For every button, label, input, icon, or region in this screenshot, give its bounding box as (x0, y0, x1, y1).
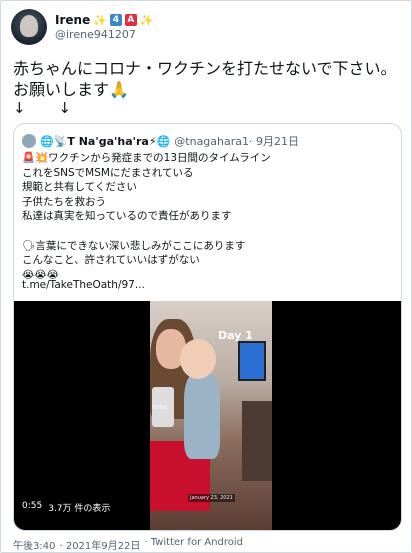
tv-screen (238, 341, 266, 381)
quoted-date: · 9月21日 (249, 135, 300, 148)
quoted-avatar (22, 134, 36, 148)
display-name[interactable]: Irene (55, 13, 90, 27)
video-views: 3.7万 件の表示 (48, 504, 111, 514)
avatar[interactable] (11, 9, 47, 45)
tweet-time[interactable]: 午後3:40 (13, 537, 55, 552)
tweet-header: Irene ✨ 4 A ✨ @irene941207 (11, 9, 154, 45)
author-block: Irene ✨ 4 A ✨ @irene941207 (55, 13, 154, 41)
day-label: Day 1 (218, 329, 253, 342)
quoted-tweet[interactable]: 🌐📡T Na'ga'ha'ra⚡🌐 @tnagahara1 · 9月21日 🚨💥… (13, 123, 402, 531)
sparkle-icon: ✨ (93, 13, 107, 27)
video-meta: 0:55 3.7万 件の表示 (22, 501, 110, 514)
video-frame[interactable]: Day 1 TikTok January 23, 2021 (150, 301, 272, 530)
quoted-tweet-text: 🚨💥ワクチンから発症までの13日間のタイムライン これをSNSでMSMにだまされ… (22, 152, 271, 281)
quoted-handle: @tnagahara1 (174, 134, 250, 148)
tweet-footer: 午後3:40 · 2021年9月22日 · Twitter for Androi… (13, 537, 243, 552)
tweet-source[interactable]: · Twitter for Android (144, 537, 243, 552)
author-handle[interactable]: @irene941207 (55, 28, 154, 41)
shelf (242, 401, 272, 481)
date-overlay: January 23, 2021 (188, 494, 235, 502)
tiktok-watermark: TikTok (152, 405, 168, 411)
letter-a-icon: A (124, 14, 137, 26)
tweet-text: 赤ちゃんにコロナ・ワクチンを打たせないで下さい。お願いします🙏 (13, 59, 397, 99)
quoted-tweet-header: 🌐📡T Na'ga'ha'ra⚡🌐 @tnagahara1 · 9月21日 (22, 133, 299, 149)
down-arrows: ↓ ↓ (13, 99, 85, 117)
tweet-date[interactable]: · 2021年9月22日 (59, 537, 140, 552)
tweet-card: Irene ✨ 4 A ✨ @irene941207 赤ちゃんにコロナ・ワクチン… (0, 0, 412, 553)
video-duration: 0:55 (22, 501, 43, 511)
baby-head (180, 339, 216, 379)
keycap-four-icon: 4 (109, 14, 122, 26)
baby-body (184, 373, 220, 459)
quoted-link[interactable]: t.me/TakeTheOath/97... (22, 279, 145, 291)
display-name-row[interactable]: Irene ✨ 4 A ✨ (55, 13, 154, 27)
sparkle-icon: ✨ (139, 13, 154, 27)
video-player[interactable]: Day 1 TikTok January 23, 2021 0:55 3.7万 … (14, 301, 401, 530)
quoted-display-name: 🌐📡T Na'ga'ha'ra⚡🌐 (40, 134, 171, 148)
